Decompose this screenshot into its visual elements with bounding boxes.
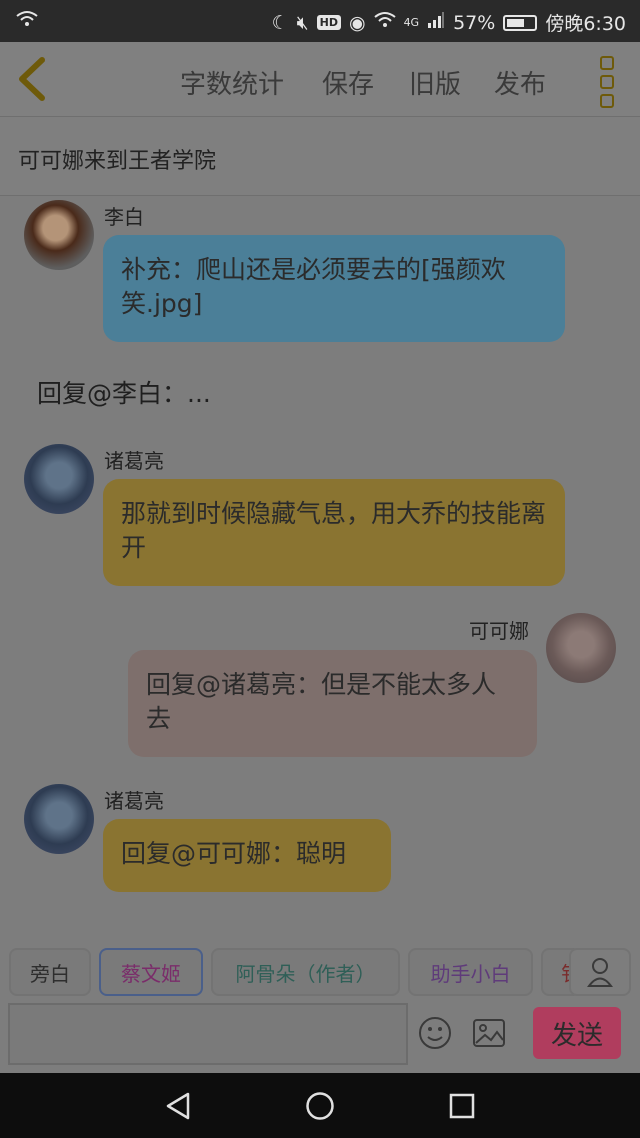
message-bubble[interactable]: 那就到时候隐藏气息，用大乔的技能离开	[103, 479, 565, 586]
publish-button[interactable]: 发布	[494, 64, 546, 101]
user-icon[interactable]	[569, 948, 631, 996]
sender-name: 李白	[104, 205, 144, 229]
avatar-zhugeliang[interactable]	[24, 444, 94, 514]
character-chip-selected[interactable]: 蔡文姬	[99, 948, 203, 996]
message-bubble[interactable]: 回复@诸葛亮：但是不能太多人去	[128, 650, 537, 757]
avatar-zhugeliang[interactable]	[24, 784, 94, 854]
character-chip[interactable]: 阿骨朵（作者）	[211, 948, 400, 996]
moon-icon: ☾	[271, 11, 289, 34]
message-bubble[interactable]: 回复@可可娜：聪明	[103, 819, 391, 892]
message-bubble[interactable]: 补充：爬山还是必须要去的[强颜欢笑.jpg]	[103, 235, 565, 342]
more-vertical-icon[interactable]	[600, 56, 614, 113]
signal-icon	[427, 11, 445, 34]
narration-text[interactable]: 回复@李白：...	[37, 374, 211, 410]
battery-icon	[503, 14, 538, 31]
back-icon[interactable]	[14, 56, 48, 109]
old-version-button[interactable]: 旧版	[409, 64, 461, 101]
status-bar: ☾ 🔇︎ HD ◉ 4G 57% 傍晚6:30	[0, 0, 640, 42]
mute-icon: 🔇︎	[296, 11, 309, 34]
home-nav-icon[interactable]	[305, 1091, 335, 1125]
sender-name: 诸葛亮	[104, 449, 164, 473]
back-nav-icon[interactable]	[164, 1091, 192, 1125]
network-label: 4G	[403, 16, 420, 29]
wifi-icon	[16, 10, 38, 33]
send-button[interactable]: 发送	[533, 1007, 621, 1059]
clock: 傍晚6:30	[545, 13, 626, 35]
eye-icon: ◉	[348, 11, 366, 34]
avatar-libai[interactable]	[24, 200, 94, 270]
wifi-icon	[373, 11, 396, 34]
message-input[interactable]	[8, 1003, 408, 1065]
character-chip[interactable]: 旁白	[9, 948, 91, 996]
smiley-icon[interactable]	[418, 1016, 452, 1054]
hd-icon: HD	[316, 15, 341, 30]
toolbar: 字数统计 保存 旧版 发布	[0, 42, 640, 117]
word-count-button[interactable]: 字数统计	[180, 64, 284, 101]
sender-name: 可可娜	[469, 619, 529, 643]
battery-percent: 57%	[453, 11, 496, 34]
recents-nav-icon[interactable]	[449, 1093, 475, 1123]
image-icon[interactable]	[472, 1018, 506, 1052]
system-nav-bar	[0, 1073, 640, 1138]
story-title-bar[interactable]: 可可娜来到王者学院	[0, 117, 640, 196]
sender-name: 诸葛亮	[104, 789, 164, 813]
character-chip[interactable]: 助手小白	[408, 948, 533, 996]
story-title: 可可娜来到王者学院	[18, 149, 217, 174]
save-button[interactable]: 保存	[322, 64, 374, 101]
avatar-kekena[interactable]	[546, 613, 616, 683]
